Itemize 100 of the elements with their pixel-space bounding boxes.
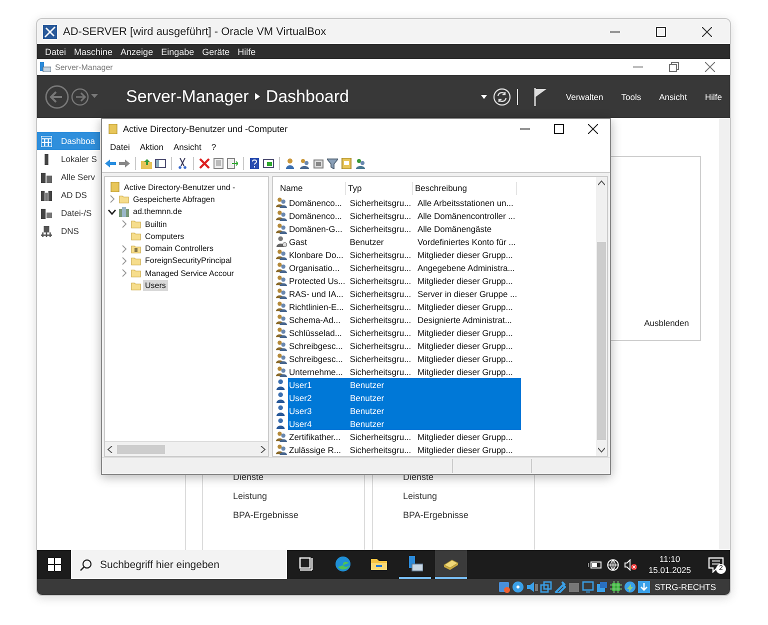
list-row[interactable]: RAS- und IA... Sicherheitsgru... Server in dieser Gruppe ... (288, 287, 521, 300)
export-icon[interactable] (227, 158, 238, 169)
windows-logo-icon[interactable] (48, 558, 60, 571)
menu-item[interactable]: Geräte (198, 46, 234, 56)
list-row[interactable]: Klonbare Do... Sicherheitsgru... Mitglieder dieser Grupp... (288, 248, 521, 261)
menu-item[interactable]: Datei (105, 142, 135, 152)
menu-item[interactable]: Aktion (134, 142, 168, 152)
scroll-down-icon[interactable] (598, 447, 605, 453)
menu-item[interactable]: Verwalten (566, 92, 604, 102)
tree-item[interactable]: Users (143, 280, 168, 292)
caret-icon[interactable] (480, 94, 487, 98)
scrollbar[interactable] (719, 118, 730, 550)
list-row[interactable]: Domänenco... Sicherheitsgru... Alle Arbeitsstationen un... (288, 196, 521, 209)
restore-icon[interactable] (669, 62, 679, 72)
list-row[interactable]: Zulässige R... Sicherheitsgru... Mitglieder dieser Grupp... (288, 443, 521, 456)
search-field[interactable]: Suchbegriff hier eingeben (71, 550, 287, 579)
sidebar-item[interactable]: Lokaler S (37, 150, 100, 168)
speaker-muted-icon[interactable] (624, 558, 638, 570)
list-row[interactable]: User2 Benutzer (288, 391, 521, 404)
tree-item[interactable]: Managed Service Accour (143, 268, 236, 279)
notification-icon[interactable] (708, 556, 724, 572)
user-icon[interactable] (285, 158, 296, 169)
delete-icon[interactable] (199, 158, 210, 169)
clock[interactable]: 11:10 15.01.2025 (648, 554, 691, 576)
window-icon[interactable] (263, 158, 274, 169)
hide-link[interactable]: Ausblenden (644, 318, 689, 328)
menu-item[interactable]: Tools (621, 92, 642, 102)
taskbar-button[interactable] (435, 550, 467, 579)
list-row[interactable]: Schreibgesc... Sicherheitsgru... Mitglieder dieser Grupp... (288, 352, 521, 365)
list-row[interactable]: Richtlinien-E... Sicherheitsgru... Mitglieder dieser Grupp... (288, 300, 521, 313)
menu-item[interactable]: Hilfe (234, 46, 260, 56)
expand-chevron-icon[interactable] (119, 244, 129, 253)
tree-item[interactable]: Gespeicherte Abfragen (131, 194, 217, 205)
tree-item[interactable]: Computers (143, 230, 186, 242)
users-icon[interactable] (355, 158, 366, 169)
refresh-icon[interactable] (492, 88, 511, 106)
forward-icon[interactable] (71, 88, 89, 106)
properties-icon[interactable] (213, 158, 224, 169)
optical-disc-icon[interactable] (512, 581, 524, 593)
tile-link[interactable]: BPA-Ergebnisse (403, 509, 534, 521)
list-row[interactable]: Schlüsselad... Sicherheitsgru... Mitglieder dieser Grupp... (288, 326, 521, 339)
sidebar-item[interactable]: DNS (37, 222, 100, 240)
tree-item[interactable]: ad.themnn.de (131, 206, 184, 218)
scissors-icon[interactable] (177, 158, 188, 169)
menu-item[interactable]: Eingabe (157, 46, 198, 56)
expand-chevron-icon[interactable] (119, 269, 129, 278)
list-row[interactable]: Schema-Ad... Sicherheitsgru... Designierte Administrat... (288, 313, 521, 326)
tile-link[interactable]: BPA-Ergebnisse (233, 509, 364, 521)
menu-item[interactable]: Datei (41, 46, 70, 56)
tile-link[interactable]: Leistung (403, 490, 534, 502)
scroll-left-icon[interactable] (107, 446, 113, 452)
tile-link[interactable]: Leistung (233, 490, 364, 502)
menu-item[interactable]: Ansicht (168, 142, 206, 152)
maximize-icon[interactable] (656, 26, 666, 36)
scroll-right-icon[interactable] (260, 446, 266, 452)
forward-arrow-icon[interactable] (119, 158, 130, 169)
menu-item[interactable]: Anzeige (116, 46, 158, 56)
list-row[interactable]: Organisatio... Sicherheitsgru... Angegebene Administra... (288, 261, 521, 274)
menu-item[interactable]: Maschine (70, 46, 117, 56)
close-icon[interactable] (702, 26, 712, 36)
display-icon[interactable] (582, 581, 594, 593)
back-icon[interactable] (45, 84, 69, 108)
tree-item[interactable]: Domain Controllers (143, 243, 216, 254)
breadcrumb-item[interactable]: Server-Manager (126, 86, 249, 106)
column-header[interactable]: Beschreibung (413, 182, 517, 195)
menu-item[interactable]: Hilfe (704, 92, 722, 102)
menu-item[interactable]: ? (206, 142, 222, 152)
list-row[interactable]: Gast Benutzer Vordefiniertes Konto für ... (288, 235, 521, 248)
column-header[interactable]: Name (276, 182, 346, 195)
collapse-chevron-icon[interactable] (107, 208, 117, 216)
flag-icon[interactable] (534, 88, 548, 106)
sidebar-item[interactable]: AD DS (37, 186, 100, 204)
filter-icon[interactable] (327, 158, 338, 169)
list-row[interactable]: Domänenco... Sicherheitsgru... Alle Domänencontroller ... (288, 209, 521, 222)
list-row[interactable]: Domänen-G... Sicherheitsgru... Alle Domänengäste (288, 222, 521, 235)
tree-item[interactable]: Builtin (143, 218, 169, 230)
tree-item[interactable]: Active Directory-Benutzer und - (122, 182, 238, 193)
column-header[interactable]: Typ (346, 182, 413, 195)
sidebar-item[interactable]: Datei-/S (37, 204, 100, 222)
maximize-icon[interactable] (554, 124, 564, 134)
tree-item[interactable]: ForeignSecurityPrincipal (143, 255, 234, 266)
list-row[interactable]: Schreibgesc... Sicherheitsgru... Mitglieder dieser Grupp... (288, 339, 521, 352)
folder-up-icon[interactable] (141, 158, 152, 169)
list-row[interactable]: User4 Benutzer (288, 417, 521, 430)
expand-chevron-icon[interactable] (119, 256, 129, 265)
sidebar-item[interactable]: Alle Serv (37, 168, 100, 186)
console-tree-icon[interactable] (155, 158, 166, 169)
list-row[interactable]: Zertifikather... Sicherheitsgru... Mitglieder dieser Grupp... (288, 430, 521, 443)
list-row[interactable]: User3 Benutzer (288, 404, 521, 417)
list-row[interactable]: Protected Us... Sicherheitsgru... Mitglieder dieser Grupp... (288, 274, 521, 287)
scrollbar-thumb[interactable] (117, 444, 165, 454)
scrollbar-thumb[interactable] (597, 242, 606, 440)
list-row[interactable]: Unternehme... Sicherheitsgru... Mitglieder dieser Grupp... (288, 365, 521, 378)
battery-icon[interactable] (588, 560, 602, 570)
group-icon[interactable] (299, 158, 310, 169)
back-arrow-icon[interactable] (105, 158, 116, 169)
list-row[interactable]: User1 Benutzer (288, 378, 521, 391)
audio-icon[interactable] (526, 581, 538, 593)
scroll-up-icon[interactable] (598, 180, 605, 186)
globe-icon[interactable] (607, 558, 620, 570)
